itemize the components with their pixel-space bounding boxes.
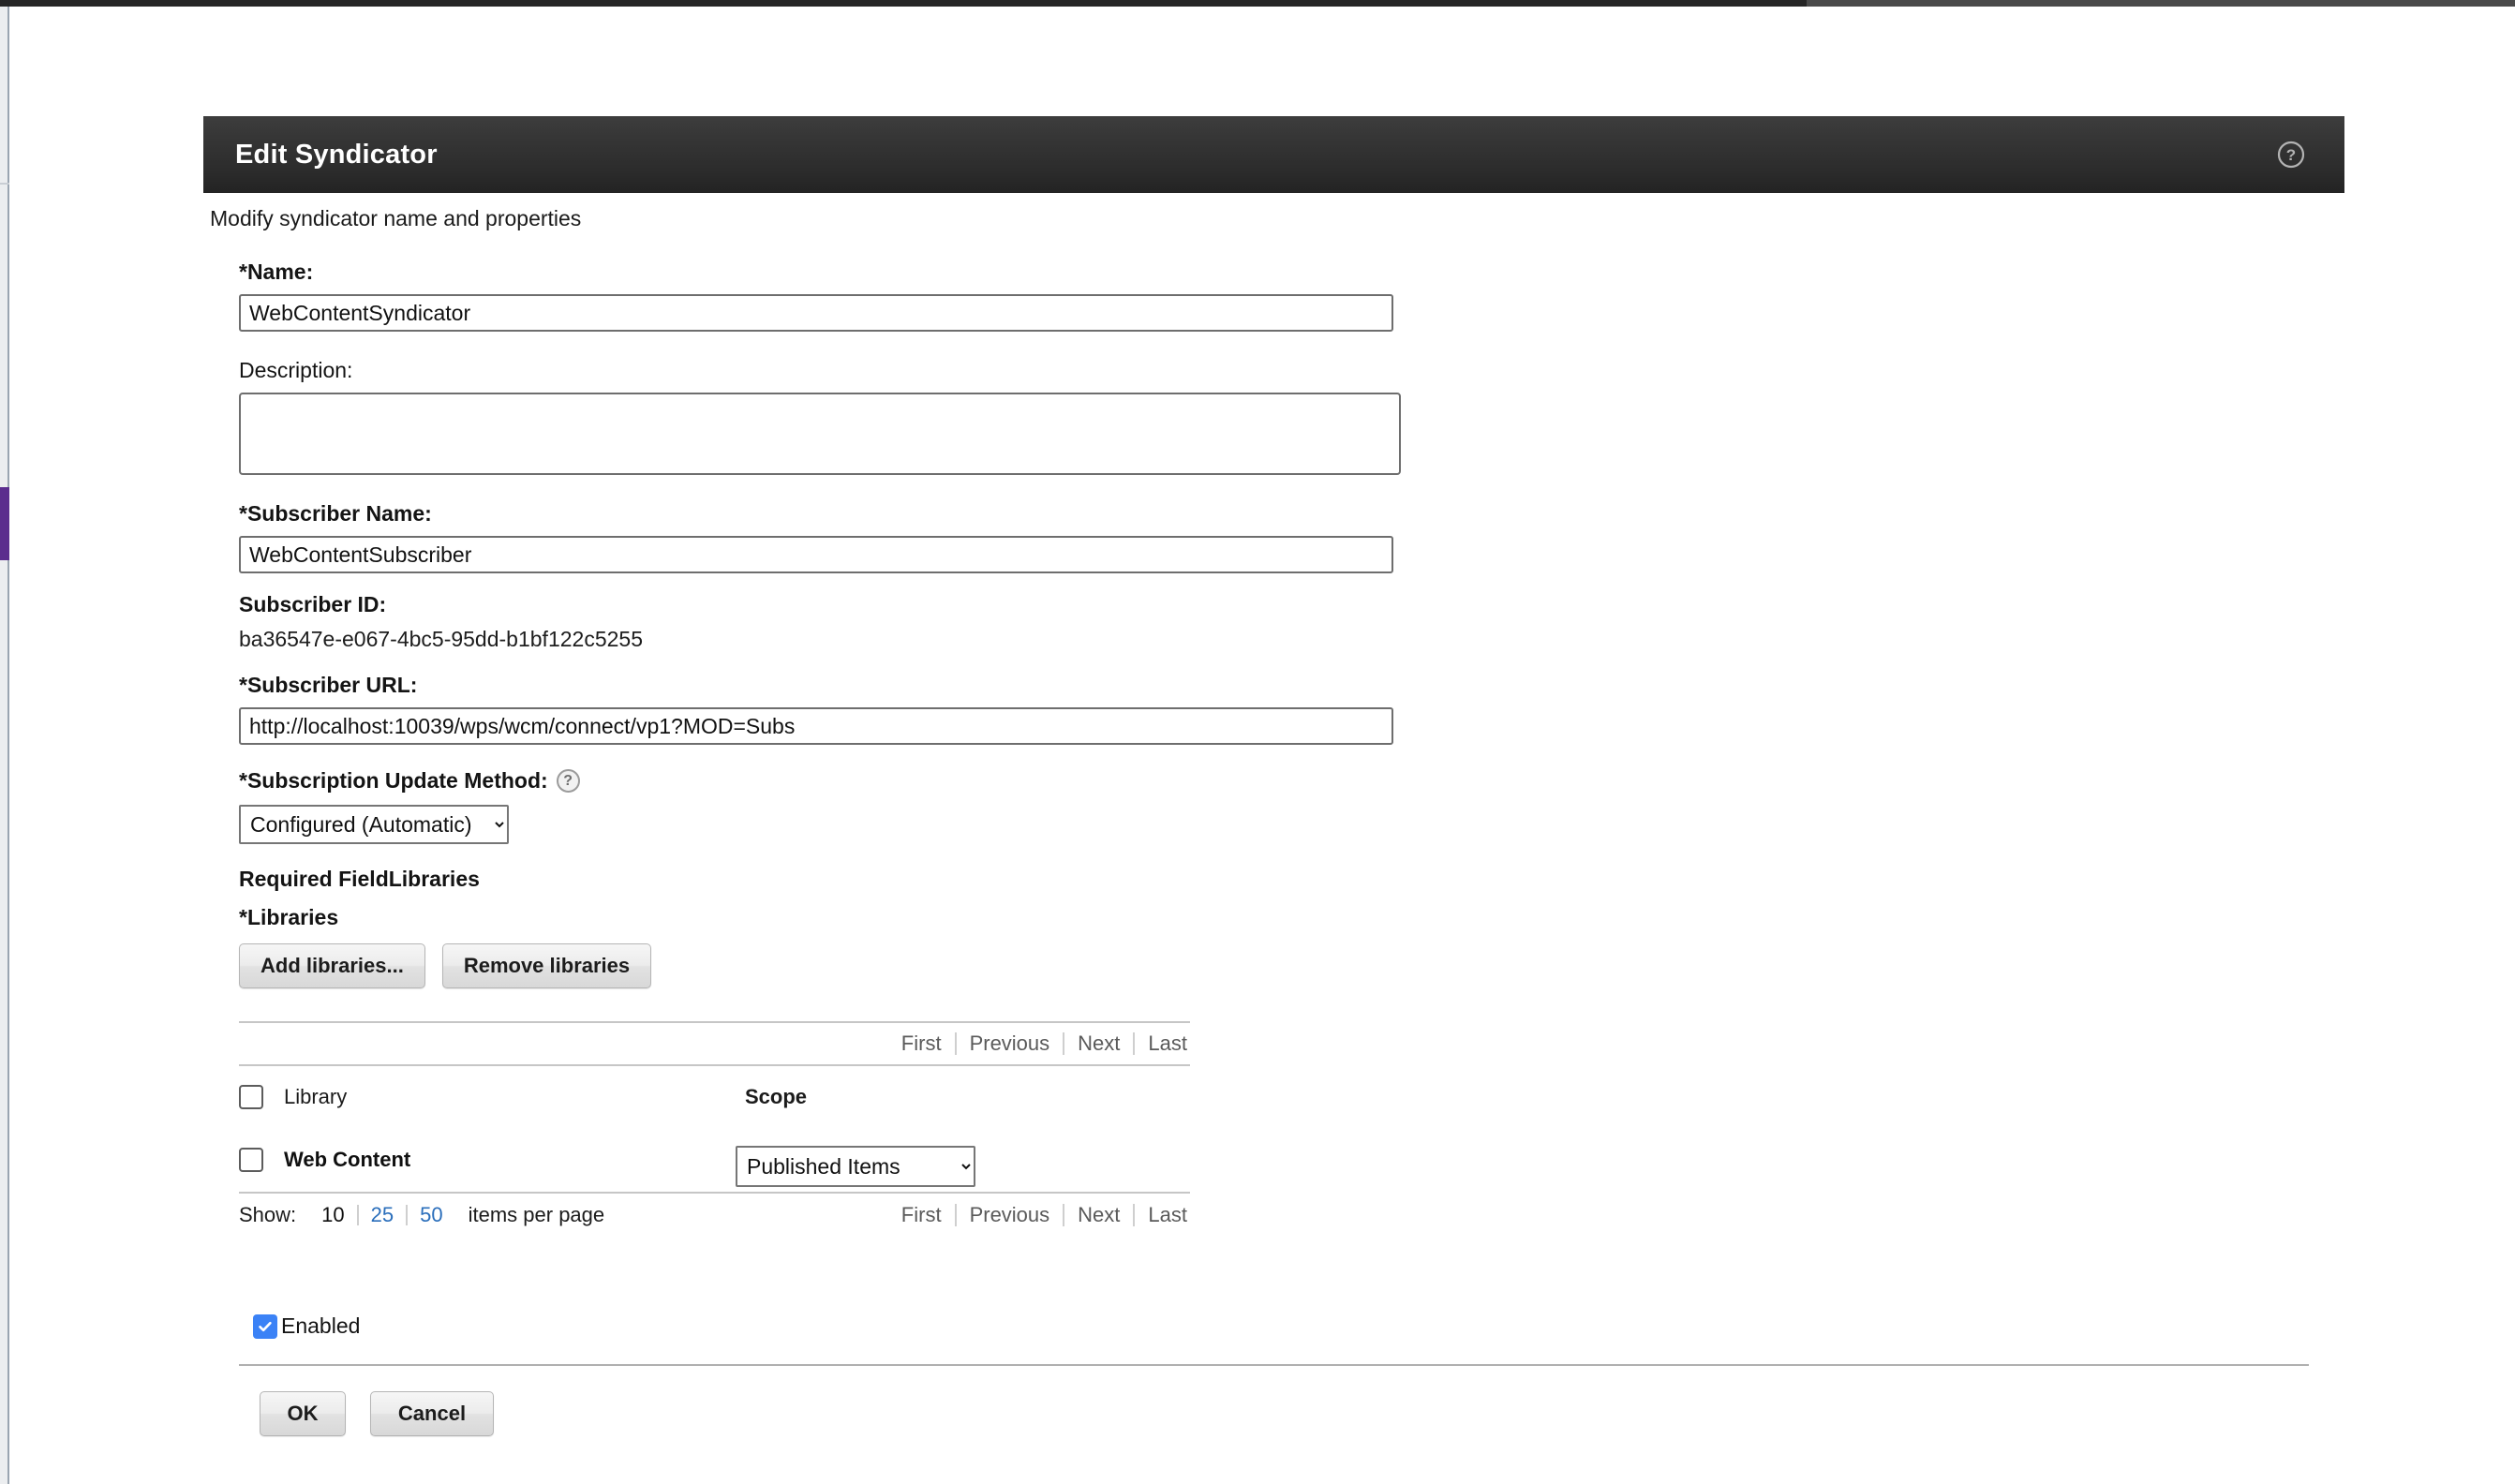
column-header-library: Library: [284, 1085, 347, 1109]
page-title: Edit Syndicator: [235, 140, 438, 171]
pagination-top-previous[interactable]: Previous: [957, 1031, 1064, 1056]
description-field-group: Description:: [239, 360, 2310, 475]
row-select-checkbox[interactable]: [239, 1148, 263, 1172]
subscriber-name-input[interactable]: [239, 536, 1393, 573]
ok-button[interactable]: OK: [260, 1391, 346, 1436]
update-method-select[interactable]: Configured (Automatic): [239, 805, 509, 844]
left-rail-divider: [0, 183, 9, 185]
pagination-bottom: First Previous Next Last: [888, 1195, 1190, 1236]
update-method-label-row: *Subscription Update Method: ?: [239, 769, 2310, 793]
libraries-button-row: Add libraries... Remove libraries: [239, 943, 2310, 988]
libraries-table-block: First Previous Next Last Library: [239, 1021, 1190, 1237]
subscriber-url-field-group: *Subscriber URL:: [239, 675, 2310, 745]
subscriber-url-label: *Subscriber URL:: [239, 675, 2310, 696]
pagination-top-next[interactable]: Next: [1064, 1031, 1133, 1056]
dialog-header-banner: Edit Syndicator ?: [203, 116, 2344, 193]
required-fields-heading-group: Required FieldLibraries: [239, 868, 2310, 890]
subscriber-id-label: Subscriber ID:: [239, 594, 2310, 616]
name-field-group: *Name:: [239, 261, 2310, 332]
top-strip-right: [1807, 0, 2515, 7]
subscriber-name-label: *Subscriber Name:: [239, 503, 2310, 525]
name-label: *Name:: [239, 261, 2310, 283]
window-top-strip: [0, 0, 2515, 7]
page-subtitle: Modify syndicator name and properties: [210, 206, 581, 231]
table-row: Web Content Published Items: [239, 1128, 1190, 1192]
description-label: Description:: [239, 360, 2310, 381]
page-size-25[interactable]: 25: [359, 1203, 406, 1227]
pagination-top-first[interactable]: First: [888, 1031, 955, 1056]
pagination-top-last[interactable]: Last: [1135, 1031, 1190, 1056]
show-label: Show:: [239, 1203, 296, 1227]
syndicator-form: *Name: Description: *Subscriber Name: Su…: [239, 261, 2310, 988]
page-size-group: Show: 10 25 50 items per page: [239, 1203, 604, 1227]
page-size-10[interactable]: 10: [309, 1203, 356, 1227]
row-cell-scope: Published Items: [736, 1128, 1190, 1192]
pagination-bottom-next[interactable]: Next: [1064, 1203, 1133, 1227]
row-scope-select[interactable]: Published Items: [736, 1146, 975, 1187]
subscriber-name-field-group: *Subscriber Name:: [239, 503, 2310, 573]
row-cell-library: Web Content: [239, 1128, 736, 1192]
name-input[interactable]: [239, 294, 1393, 332]
pagination-top: First Previous Next Last: [239, 1023, 1190, 1064]
enabled-checkbox-group: Enabled: [253, 1313, 360, 1339]
header-cell-library: Library: [239, 1066, 736, 1128]
update-method-label: *Subscription Update Method:: [239, 770, 548, 792]
libraries-table: Library Scope Web Content: [239, 1066, 1190, 1192]
cancel-button[interactable]: Cancel: [370, 1391, 494, 1436]
select-all-checkbox[interactable]: [239, 1085, 263, 1109]
subscriber-id-group: Subscriber ID: ba36547e-e067-4bc5-95dd-b…: [239, 594, 2310, 650]
pagination-bottom-first[interactable]: First: [888, 1203, 955, 1227]
libraries-group: *Libraries Add libraries... Remove libra…: [239, 907, 2310, 988]
help-circle-small-icon[interactable]: ?: [557, 769, 580, 793]
libraries-label: *Libraries: [239, 907, 2310, 928]
enabled-checkbox[interactable]: [253, 1314, 277, 1339]
items-per-page-label: items per page: [469, 1203, 605, 1227]
svg-text:?: ?: [2286, 146, 2296, 164]
dialog-action-buttons: OK Cancel: [260, 1391, 494, 1436]
page-content: Edit Syndicator ? Modify syndicator name…: [11, 7, 2515, 1484]
page-size-50[interactable]: 50: [408, 1203, 454, 1227]
row-library-name: Web Content: [284, 1148, 410, 1172]
table-header-row: Library Scope: [239, 1066, 1190, 1128]
column-header-scope: Scope: [736, 1085, 807, 1108]
subscriber-url-input[interactable]: [239, 707, 1393, 745]
table-footer-bar: Show: 10 25 50 items per page First Prev…: [239, 1194, 1190, 1237]
form-bottom-divider: [239, 1364, 2309, 1366]
pagination-bottom-previous[interactable]: Previous: [957, 1203, 1064, 1227]
subscriber-id-value: ba36547e-e067-4bc5-95dd-b1bf122c5255: [239, 629, 2310, 650]
pagination-bottom-last[interactable]: Last: [1135, 1203, 1190, 1227]
enabled-label: Enabled: [281, 1313, 360, 1339]
remove-libraries-button[interactable]: Remove libraries: [442, 943, 651, 988]
update-method-group: *Subscription Update Method: ? Configure…: [239, 769, 2310, 844]
top-strip-left: [0, 0, 1807, 7]
description-textarea[interactable]: [239, 393, 1401, 475]
add-libraries-button[interactable]: Add libraries...: [239, 943, 425, 988]
left-rail: [0, 7, 9, 1484]
help-circle-icon[interactable]: ?: [2275, 139, 2307, 171]
left-rail-active-accent[interactable]: [0, 487, 9, 560]
header-cell-scope: Scope: [736, 1066, 1190, 1128]
required-field-libraries-heading: Required FieldLibraries: [239, 868, 2310, 890]
